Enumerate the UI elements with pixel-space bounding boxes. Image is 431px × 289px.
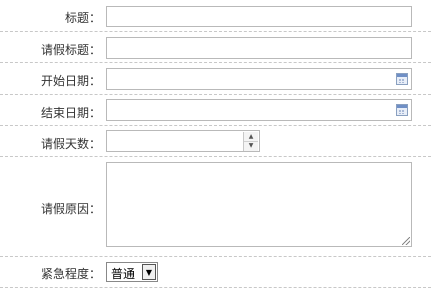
- start-date-label: 开始日期：: [40, 74, 101, 88]
- calendar-icon[interactable]: [396, 73, 408, 85]
- end-date-input[interactable]: [106, 99, 412, 121]
- leave-reason-label: 请假原因：: [40, 202, 101, 216]
- end-date-label: 结束日期：: [40, 106, 101, 120]
- form-row-start-date: 开始日期：: [0, 63, 431, 93]
- title-input[interactable]: [106, 6, 412, 27]
- divider: [0, 256, 431, 257]
- calendar-icon[interactable]: [396, 104, 408, 116]
- form-row-leave-title: 请假标题：: [0, 32, 431, 62]
- form-row-title: 标题：: [0, 0, 431, 30]
- divider: [0, 287, 431, 288]
- leave-days-stepper[interactable]: ▲ ▼: [106, 130, 260, 152]
- chevron-down-icon[interactable]: ▼: [142, 264, 156, 280]
- form-row-end-date: 结束日期：: [0, 95, 431, 125]
- urgency-select[interactable]: 普通 ▼: [106, 262, 158, 282]
- title-label: 标题：: [64, 11, 101, 25]
- resize-handle-icon[interactable]: [402, 237, 410, 245]
- urgency-selected-value: 普通: [111, 267, 136, 281]
- form-row-leave-reason: 请假原因：: [0, 157, 431, 255]
- urgency-label: 紧急程度：: [40, 267, 101, 281]
- leave-title-input[interactable]: [106, 37, 412, 59]
- form-row-leave-days: 请假天数： ▲ ▼: [0, 126, 431, 156]
- chevron-down-icon[interactable]: ▼: [244, 141, 258, 150]
- leave-reason-textarea[interactable]: [106, 162, 412, 247]
- spinner: ▲ ▼: [243, 132, 258, 151]
- start-date-input[interactable]: [106, 68, 412, 90]
- leave-days-label: 请假天数：: [40, 137, 101, 151]
- leave-title-label: 请假标题：: [40, 43, 101, 57]
